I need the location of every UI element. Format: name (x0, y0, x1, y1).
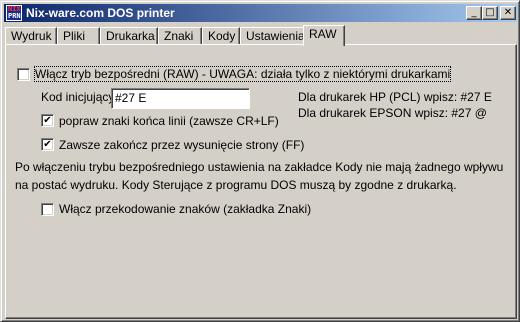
app-icon-text-bottom: PRN (8, 12, 21, 20)
epson-hint-text: Dla drukarek EPSON wpisz: #27 @ (298, 106, 487, 120)
info-text-line1: Po włączeniu trybu bezpośredniego ustawi… (15, 160, 504, 174)
tab-pliki[interactable]: Pliki (57, 27, 100, 45)
raw-tab-panel: Włącz tryb bezpośredni (RAW) - UWAGA: dz… (5, 44, 517, 319)
minimize-button[interactable]: _ (466, 6, 482, 20)
enable-raw-label[interactable]: Włącz tryb bezpośredni (RAW) - UWAGA: dz… (33, 66, 452, 82)
tab-wydruk[interactable]: Wydruk (5, 27, 57, 45)
app-icon[interactable]: NIX PRN (6, 5, 22, 21)
recode-checkbox[interactable] (41, 203, 54, 216)
tab-raw[interactable]: RAW (303, 25, 345, 46)
check-icon: ✔ (43, 138, 52, 150)
init-code-label: Kod inicjujący (41, 90, 115, 104)
form-feed-label[interactable]: Zawsze zakończ przez wysunięcie strony (… (59, 138, 304, 152)
check-icon: ✔ (43, 114, 52, 126)
close-button[interactable]: ✕ (500, 6, 516, 20)
tab-drukarka[interactable]: Drukarka (100, 27, 158, 45)
enable-raw-checkbox[interactable] (17, 68, 30, 81)
window-title: Nix-ware.com DOS printer (26, 6, 175, 20)
tab-strip: Wydruk Pliki Drukarka Znaki Kody Ustawie… (5, 25, 517, 46)
title-bar[interactable]: NIX PRN Nix-ware.com DOS printer _ □ ✕ (4, 4, 518, 22)
tab-kody[interactable]: Kody (202, 27, 240, 45)
maximize-button[interactable]: □ (482, 6, 498, 20)
tab-znaki[interactable]: Znaki (158, 27, 202, 45)
info-text-line2: na postać wydruku. Kody Sterujące z prog… (15, 178, 457, 192)
main-window: NIX PRN Nix-ware.com DOS printer _ □ ✕ W… (0, 0, 520, 322)
fix-line-endings-label[interactable]: popraw znaki końca linii (zawsze CR+LF) (59, 114, 279, 128)
recode-label[interactable]: Włącz przekodowanie znaków (zakładka Zna… (59, 202, 311, 216)
form-feed-checkbox[interactable]: ✔ (41, 138, 54, 151)
tab-ustawienia[interactable]: Ustawienia (240, 27, 305, 45)
fix-line-endings-checkbox[interactable]: ✔ (41, 114, 54, 127)
init-code-input[interactable]: #27 E (111, 88, 250, 109)
hp-hint-text: Dla drukarek HP (PCL) wpisz: #27 E (298, 90, 492, 104)
window-controls: _ □ ✕ (466, 6, 516, 20)
